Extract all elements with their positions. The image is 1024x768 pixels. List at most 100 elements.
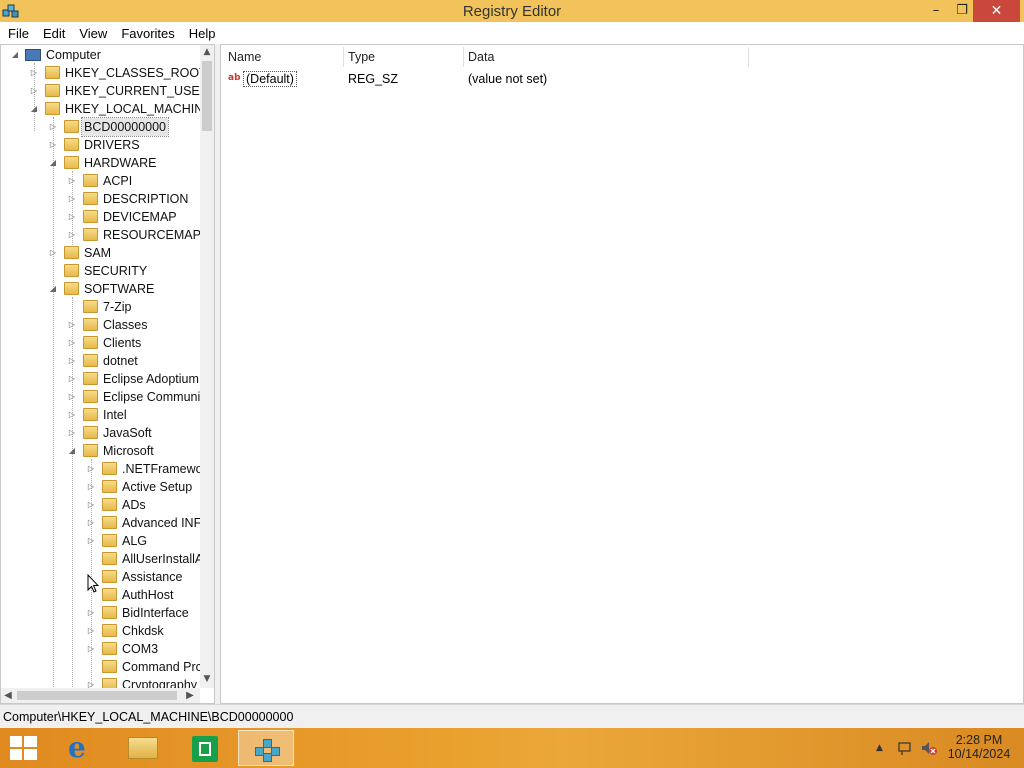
collapse-arrow-icon[interactable]: ◢ [48,154,58,172]
tree-node-label: COM3 [122,642,159,656]
column-header-name[interactable]: Name [228,50,261,64]
expand-arrow-icon[interactable]: ▷ [86,460,96,478]
taskbar-file-explorer[interactable] [114,730,170,766]
expand-arrow-icon[interactable]: ▷ [86,514,96,532]
minimize-button[interactable]: – [922,0,950,22]
expand-arrow-icon[interactable]: ▷ [67,352,77,370]
taskbar: e ▲ 2:28 PM 10/14/2024 [0,728,1024,768]
scroll-right-arrow-icon[interactable]: ▶ [183,688,197,703]
expand-arrow-icon[interactable]: ▷ [86,640,96,658]
mouse-pointer-icon [87,574,99,593]
scrollbar-thumb[interactable] [202,61,212,131]
expand-arrow-icon[interactable]: ▷ [48,136,58,154]
tree-node-label: Eclipse Adoptium [103,372,199,386]
folder-icon [83,336,98,349]
tree-node-label: HKEY_LOCAL_MACHINE [65,102,201,116]
expand-arrow-icon[interactable]: ▷ [86,604,96,622]
expand-arrow-icon[interactable]: ▷ [67,424,77,442]
expand-arrow-icon[interactable]: ▷ [86,478,96,496]
expand-arrow-icon[interactable]: ▷ [86,532,96,550]
folder-icon [102,552,117,565]
expand-arrow-icon[interactable]: ▷ [48,244,58,262]
column-separator[interactable] [748,47,749,67]
collapse-arrow-icon[interactable]: ◢ [48,280,58,298]
folder-open-icon [64,282,79,295]
tree-node-label: SECURITY [84,264,148,278]
action-center-flag-icon[interactable] [897,740,913,756]
show-hidden-icons-icon[interactable]: ▲ [876,743,883,753]
tree-vertical-scrollbar[interactable]: ▲ ▼ [200,45,214,688]
tree-node-label: Command Prc [122,660,201,674]
column-separator[interactable] [343,47,344,67]
values-list[interactable]: Name Type Data ab (Default) REG_SZ (valu… [220,44,1024,704]
expand-arrow-icon[interactable]: ▷ [86,496,96,514]
file-explorer-icon [128,737,158,759]
folder-icon [83,300,98,313]
collapse-arrow-icon[interactable]: ◢ [10,46,20,64]
expand-arrow-icon[interactable]: ▷ [29,82,39,100]
value-row[interactable]: ab (Default) REG_SZ (value not set) [221,69,1021,89]
scrollbar-thumb[interactable] [17,691,177,700]
expand-arrow-icon[interactable]: ▷ [67,190,77,208]
folder-icon [83,210,98,223]
taskbar-registry-editor[interactable] [238,730,294,766]
scroll-down-arrow-icon[interactable]: ▼ [200,672,214,686]
window-title: Registry Editor [462,3,562,20]
menu-help[interactable]: Help [183,26,222,41]
folder-open-icon [64,156,79,169]
expand-arrow-icon[interactable]: ▷ [67,316,77,334]
folder-icon [64,264,79,277]
folder-icon [83,228,98,241]
menu-edit[interactable]: Edit [37,26,71,41]
start-button[interactable] [0,730,48,766]
restore-button[interactable]: ❐ [948,0,976,22]
tree-node-label: Computer [46,48,101,62]
expand-arrow-icon[interactable]: ▷ [67,370,77,388]
folder-icon [102,660,117,673]
expand-arrow-icon[interactable]: ▷ [67,226,77,244]
expand-arrow-icon[interactable]: ▷ [67,334,77,352]
registry-editor-icon [253,735,283,763]
expand-arrow-icon[interactable]: ▷ [67,406,77,424]
expand-arrow-icon[interactable]: ▷ [67,388,77,406]
tree-node-label: ADs [122,498,146,512]
folder-icon [102,480,117,493]
collapse-arrow-icon[interactable]: ◢ [29,100,39,118]
registry-tree-pane[interactable]: ◢ Computer ▷ HKEY_CLASSES_ROOT ▷ HKEY_CU… [0,44,215,704]
folder-icon [102,570,117,583]
close-button[interactable]: ✕ [973,0,1020,22]
windows-logo-icon [10,736,38,762]
tree-node-label: ACPI [103,174,133,188]
folder-icon [102,462,117,475]
taskbar-internet-explorer[interactable]: e [54,730,110,766]
menu-file[interactable]: File [2,26,35,41]
taskbar-store[interactable] [176,730,232,766]
expand-arrow-icon[interactable]: ▷ [29,64,39,82]
menu-favorites[interactable]: Favorites [115,26,180,41]
tree-horizontal-scrollbar[interactable]: ◀ ▶ [1,688,200,703]
expand-arrow-icon[interactable]: ▷ [86,622,96,640]
column-header-type[interactable]: Type [348,50,375,64]
column-header-data[interactable]: Data [468,50,494,64]
internet-explorer-icon: e [68,731,86,764]
tree-node-label: JavaSoft [103,426,152,440]
taskbar-clock[interactable]: 2:28 PM 10/14/2024 [944,733,1014,761]
folder-icon [64,246,79,259]
tree-node-label: Chkdsk [122,624,164,638]
folder-icon [45,84,60,97]
value-name[interactable]: (Default) [243,71,297,87]
collapse-arrow-icon[interactable]: ◢ [67,442,77,460]
column-separator[interactable] [463,47,464,67]
scroll-up-arrow-icon[interactable]: ▲ [200,45,214,59]
expand-arrow-icon[interactable]: ▷ [67,172,77,190]
expand-arrow-icon[interactable]: ▷ [86,676,96,688]
volume-muted-icon[interactable] [920,740,938,756]
folder-icon [102,606,117,619]
title-bar[interactable]: Registry Editor – ❐ ✕ [0,0,1024,22]
expand-arrow-icon[interactable]: ▷ [48,118,58,136]
scroll-left-arrow-icon[interactable]: ◀ [1,688,15,703]
expand-arrow-icon[interactable]: ▷ [67,208,77,226]
tree-node-label-selected: BCD00000000 [80,117,170,137]
clock-date: 10/14/2024 [947,747,1011,761]
menu-view[interactable]: View [73,26,113,41]
